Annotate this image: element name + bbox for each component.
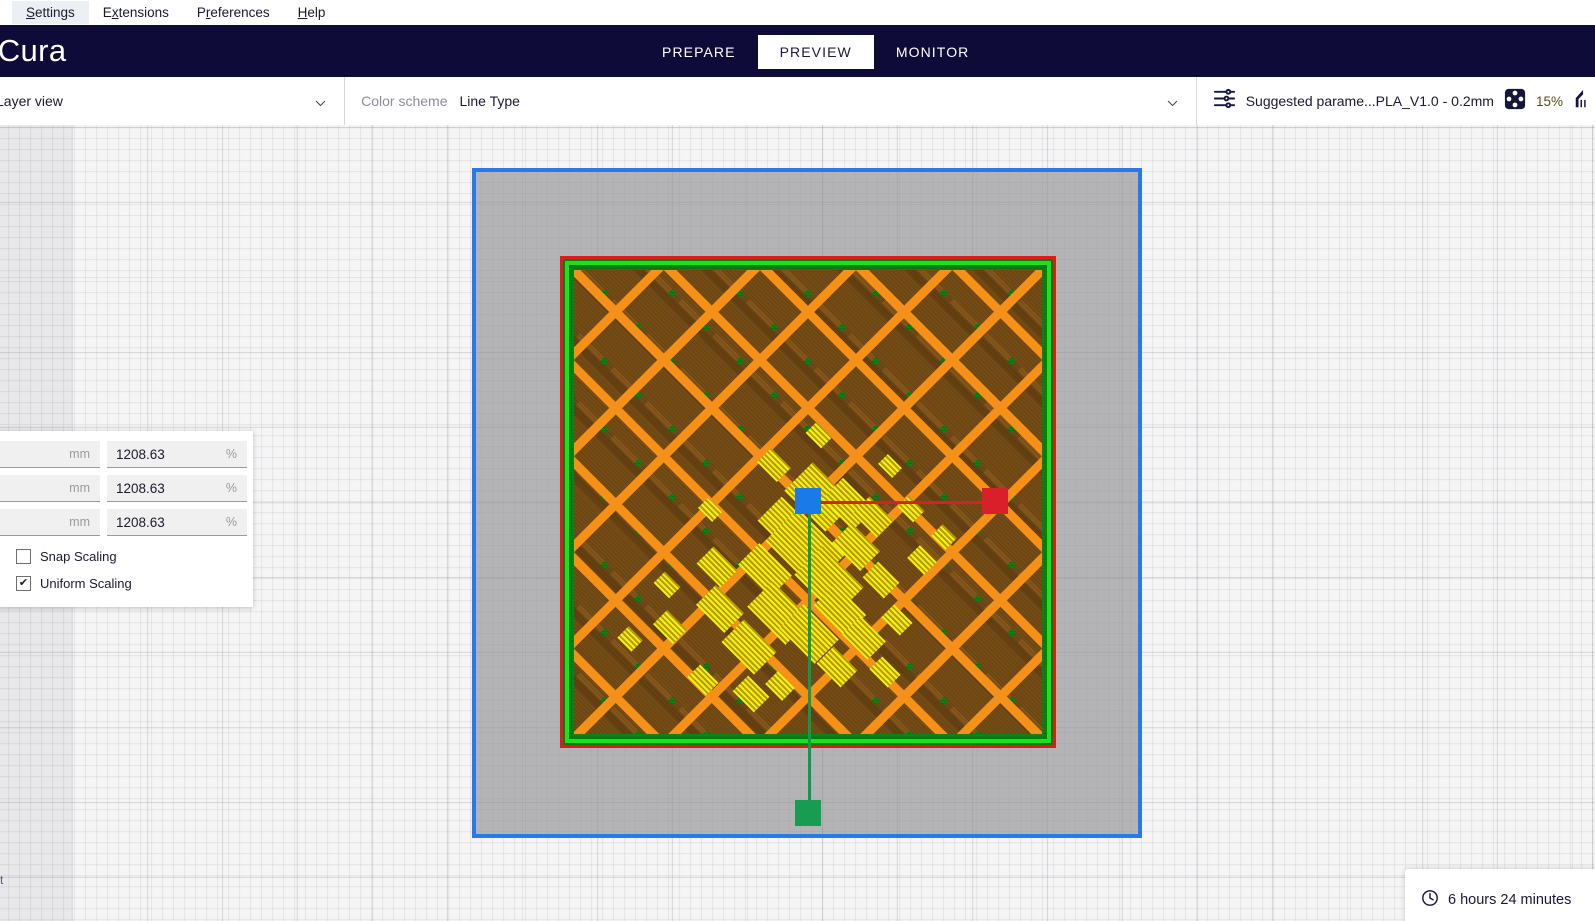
menu-item-extensions[interactable]: Extensions <box>89 1 183 24</box>
uniform-scaling-label: Uniform Scaling <box>40 576 132 591</box>
main-tabs: PREPARE PREVIEW MONITOR <box>640 35 991 69</box>
scale-x-percent-unit: % <box>225 447 237 461</box>
scale-x-mm-input[interactable]: mm <box>0 441 100 468</box>
scale-y-percent-input[interactable]: 1208.63 % <box>107 475 247 502</box>
gizmo-y-handle[interactable] <box>795 800 821 826</box>
corner-text-fragment: t <box>0 873 4 887</box>
scale-x-mm-unit: mm <box>69 447 90 461</box>
menu-item-preferences[interactable]: Preferences <box>183 1 284 24</box>
scale-z-mm-unit: mm <box>69 515 90 529</box>
gizmo-x-handle[interactable] <box>982 488 1008 514</box>
print-time-estimate: 6 hours 24 minutes <box>1405 869 1595 921</box>
scale-row-x: mm 1208.63 % <box>0 441 253 468</box>
color-scheme-label: Color scheme <box>361 93 448 109</box>
chevron-down-icon <box>1167 96 1178 107</box>
scale-y-mm-unit: mm <box>69 481 90 495</box>
scale-y-mm-input[interactable]: mm <box>0 475 100 502</box>
tab-prepare[interactable]: PREPARE <box>640 35 758 69</box>
sliders-icon <box>1213 87 1236 115</box>
uniform-scaling-checkbox[interactable]: ✔ <box>16 576 31 591</box>
snap-scaling-label: Snap Scaling <box>40 549 117 564</box>
color-scheme-select[interactable]: Color scheme Line Type <box>345 77 1196 125</box>
title-bar: r Cura PREPARE PREVIEW MONITOR <box>0 25 1595 77</box>
snap-scaling-checkbox[interactable] <box>16 549 31 564</box>
scale-z-percent-value: 1208.63 <box>116 514 165 530</box>
scale-row-z: mm 1208.63 % <box>0 509 253 536</box>
scale-y-percent-unit: % <box>225 481 237 495</box>
gizmo-y-axis-line <box>808 501 811 813</box>
infill-grid-icon <box>1504 88 1526 115</box>
menu-item-help[interactable]: Help <box>284 1 340 24</box>
scale-x-percent-value: 1208.63 <box>116 446 165 462</box>
view-mode-label: Layer view <box>0 93 63 109</box>
color-scheme-value: Line Type <box>459 93 520 109</box>
uniform-scaling-row[interactable]: ✔ Uniform Scaling <box>0 570 253 597</box>
menu-bar: Settings Extensions Preferences Help <box>0 0 1595 25</box>
app-title: r Cura <box>0 33 67 68</box>
scale-z-percent-unit: % <box>225 515 237 529</box>
support-icon <box>1573 88 1595 115</box>
scale-y-percent-value: 1208.63 <box>116 480 165 496</box>
scale-row-y: mm 1208.63 % <box>0 475 253 502</box>
gizmo-x-axis-line <box>808 501 998 504</box>
scale-x-percent-input[interactable]: 1208.63 % <box>107 441 247 468</box>
chevron-down-icon <box>315 96 326 107</box>
print-settings-button[interactable]: Suggested parame...PLA_V1.0 - 0.2mm 15% <box>1197 77 1595 125</box>
tab-monitor[interactable]: MONITOR <box>874 35 992 69</box>
3d-viewport[interactable]: mm 1208.63 % mm 1208.63 % mm 1208.63 % S… <box>0 125 1595 921</box>
snap-scaling-row[interactable]: Snap Scaling <box>0 543 253 570</box>
infill-percent: 15% <box>1535 93 1563 109</box>
scale-panel: mm 1208.63 % mm 1208.63 % mm 1208.63 % S… <box>0 431 253 607</box>
view-toolbar: Layer view Color scheme Line Type Sugges… <box>0 77 1595 125</box>
view-mode-select[interactable]: Layer view <box>0 77 344 125</box>
gizmo-center-handle[interactable] <box>795 488 821 514</box>
scale-z-percent-input[interactable]: 1208.63 % <box>107 509 247 536</box>
tab-preview[interactable]: PREVIEW <box>757 35 874 69</box>
clock-icon <box>1421 889 1439 912</box>
print-time-text: 6 hours 24 minutes <box>1448 892 1572 908</box>
scale-z-mm-input[interactable]: mm <box>0 509 100 536</box>
profile-text: Suggested parame...PLA_V1.0 - 0.2mm <box>1245 93 1494 109</box>
menu-item-settings[interactable]: Settings <box>12 1 89 24</box>
